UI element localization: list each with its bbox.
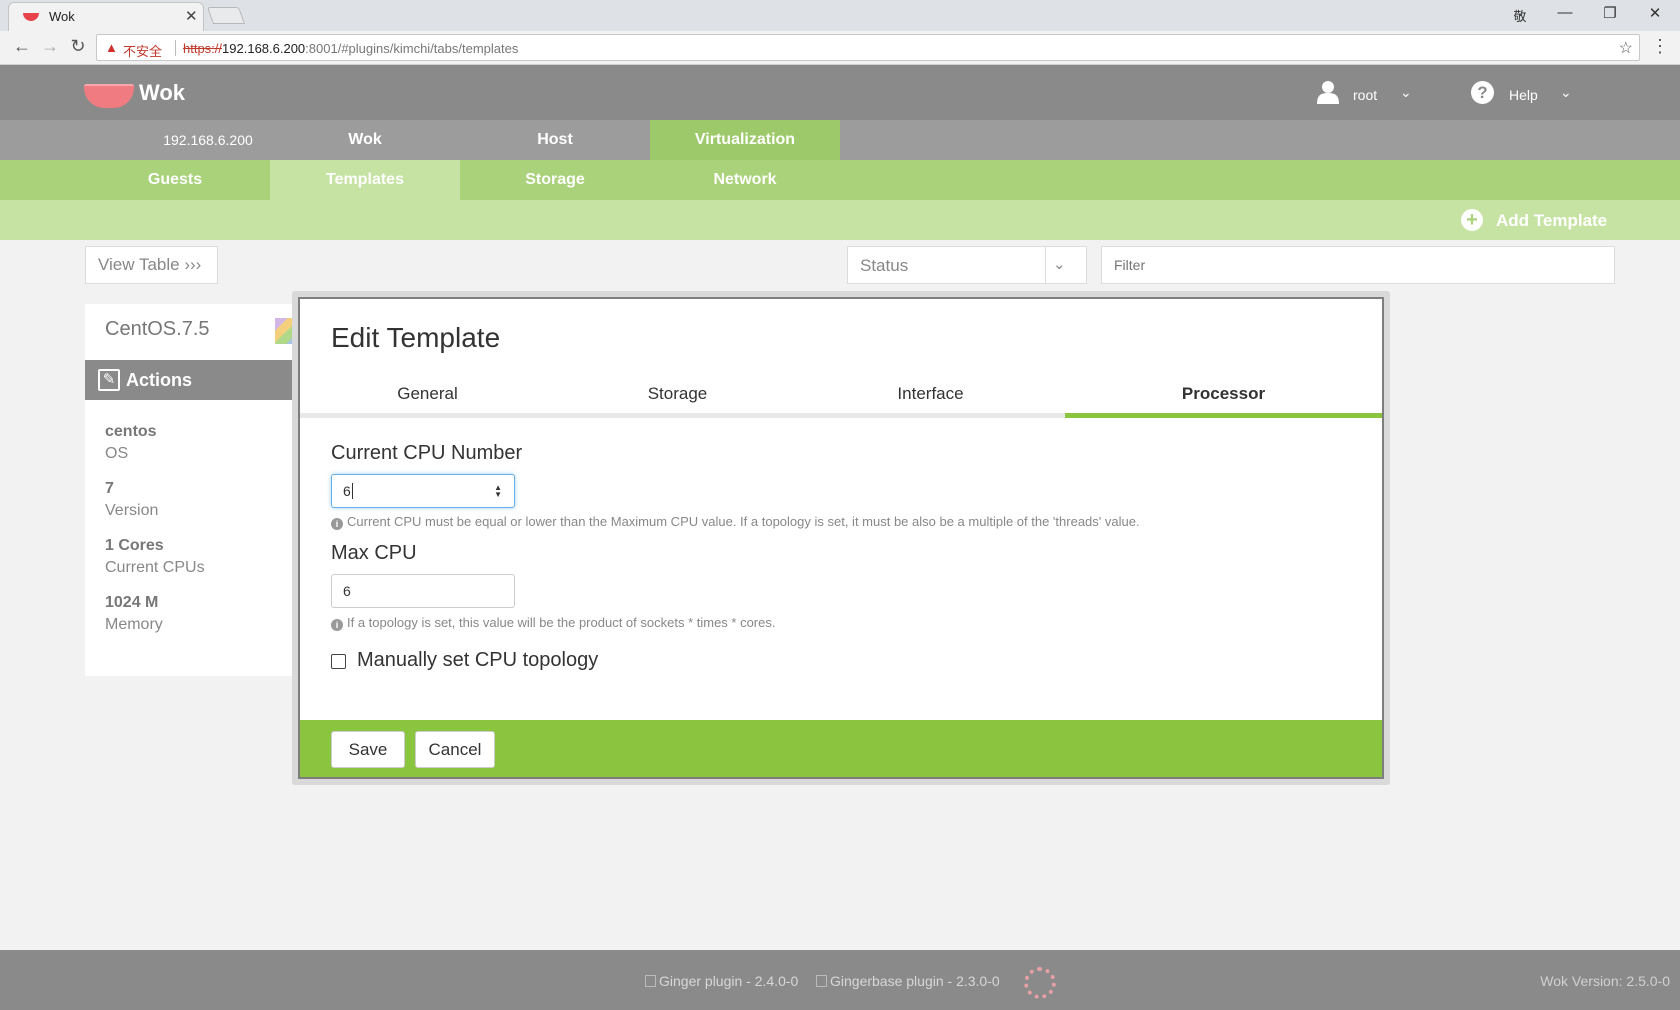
spec-value: 7 [105,480,114,497]
spec-label: Current CPUs [105,559,205,576]
spec-value: centos [105,423,157,440]
max-cpu-input[interactable]: 6 [331,574,515,608]
browser-tab-title: Wok [49,9,75,24]
bookmark-star-icon[interactable]: ☆ [1619,38,1633,58]
max-cpu-help: i If a topology is set, this value will b… [331,615,775,631]
chevron-down-icon: ⌄ [1053,256,1066,273]
new-tab-button[interactable] [206,7,246,24]
app-name: Wok [139,80,186,105]
edit-template-dialog: Edit Template General Storage Interface … [298,297,1384,779]
broken-image-icon [645,975,656,987]
spec-memory: 1024 M Memory [105,594,163,634]
sub-nav-tabs: Guests Templates Storage Network [0,160,1680,200]
dialog-tabs: General Storage Interface Processor [300,374,1382,418]
tab-virtualization[interactable]: Virtualization [650,120,840,160]
cpu-topology-checkbox[interactable] [331,654,346,669]
add-template-label: Add Template [1496,211,1608,230]
current-cpu-value: 6 [343,483,351,499]
browser-menu-icon[interactable]: ⋮ [1650,36,1670,57]
current-cpu-help: i Current CPU must be equal or lower than… [331,514,1140,530]
wok-logo-icon [84,86,134,108]
actions-button[interactable]: ✎ Actions [85,360,300,400]
current-cpu-label: Current CPU Number [331,442,523,464]
view-table-button[interactable]: View Table ››› [85,246,218,284]
url-text: https://192.168.6.200:8001/#plugins/kimc… [183,41,519,56]
restore-icon[interactable]: ❐ [1590,4,1630,22]
info-icon: i [331,619,343,631]
window-close-icon[interactable]: ✕ [1635,4,1675,22]
warning-icon: ▲ [105,40,118,55]
window-user-icon[interactable]: 敬 [1500,6,1540,25]
spec-label: Version [105,502,159,519]
help-icon[interactable]: ? [1471,81,1494,104]
user-menu-label[interactable]: root [1353,87,1377,103]
number-stepper-icon[interactable]: ▲ ▼ [494,484,502,499]
templates-toolbar: + Add Template [0,200,1680,240]
dialog-footer: Save Cancel [300,720,1382,777]
browser-tab[interactable]: Wok ✕ [8,2,204,31]
top-nav-tabs: 192.168.6.200 Wok Host Virtualization [0,120,1680,160]
template-name: CentOS.7.5 [105,318,210,340]
spec-label: Memory [105,616,163,633]
info-icon: i [331,518,343,530]
tab-storage-settings[interactable]: Storage [550,374,805,418]
save-button[interactable]: Save [331,731,405,768]
kimchi-logo-icon [1024,967,1056,999]
user-icon[interactable] [1317,80,1339,104]
tab-guests[interactable]: Guests [80,160,270,200]
spec-label: OS [105,445,129,462]
status-select[interactable]: Status ⌄ [847,246,1087,284]
status-select-label: Status [860,256,909,275]
tab-processor[interactable]: Processor [1065,374,1382,418]
spec-value: 1 Cores [105,537,164,554]
address-divider [175,40,176,56]
filter-input[interactable] [1101,246,1615,284]
chevron-down-icon[interactable]: ⌄ [1560,84,1572,101]
tab-general[interactable]: General [300,374,555,418]
edit-icon: ✎ [98,369,120,391]
tab-close-icon[interactable]: ✕ [185,7,198,25]
wok-version: Wok Version: 2.5.0-0 [1540,973,1670,989]
spec-os: centos OS [105,423,157,463]
security-label[interactable]: 不安全 [123,41,162,60]
address-bar[interactable]: ▲ 不安全 https://192.168.6.200:8001/#plugin… [96,34,1640,61]
browser-tabstrip: Wok ✕ 敬 — ❐ ✕ [0,0,1680,31]
dialog-title: Edit Template [331,322,501,353]
wok-favicon-icon [23,13,39,21]
spec-value: 1024 M [105,594,159,611]
chevron-down-icon[interactable]: ⌄ [1400,84,1412,101]
max-cpu-value: 6 [343,583,351,599]
gingerbase-plugin-image: Gingerbase plugin - 2.3.0-0 [816,973,1000,989]
ginger-plugin-image: Ginger plugin - 2.4.0-0 [645,973,798,989]
actions-label: Actions [126,370,193,390]
spec-version: 7 Version [105,480,158,520]
cancel-button[interactable]: Cancel [415,731,495,768]
current-cpu-input[interactable]: 6 ▲ ▼ [331,474,515,508]
reload-icon[interactable]: ↻ [65,36,91,57]
app-header: Wok root ⌄ ? Help ⌄ [0,65,1680,120]
select-divider [1045,247,1046,283]
broken-image-icon [816,975,827,987]
minimize-icon[interactable]: — [1545,4,1585,21]
spec-cpus: 1 Cores Current CPUs [105,537,205,577]
tab-network[interactable]: Network [650,160,840,200]
cpu-topology-label[interactable]: Manually set CPU topology [357,649,598,672]
tab-interface[interactable]: Interface [803,374,1058,418]
back-arrow-icon[interactable]: ← [9,36,35,57]
tab-host[interactable]: Host [460,120,650,160]
tab-wok[interactable]: Wok [270,120,460,160]
max-cpu-label: Max CPU [331,542,417,564]
help-menu-label[interactable]: Help [1509,87,1538,103]
page-footer: Ginger plugin - 2.4.0-0 Gingerbase plugi… [0,950,1680,1010]
forward-arrow-icon[interactable]: → [37,36,63,57]
browser-navbar: ← → ↻ ▲ 不安全 https://192.168.6.200:8001/#… [0,31,1680,65]
plus-circle-icon: + [1461,209,1483,231]
template-card: CentOS.7.5 ✎ Actions centos OS 7 Version… [85,304,300,676]
tab-templates[interactable]: Templates [270,160,460,200]
tab-storage[interactable]: Storage [460,160,650,200]
